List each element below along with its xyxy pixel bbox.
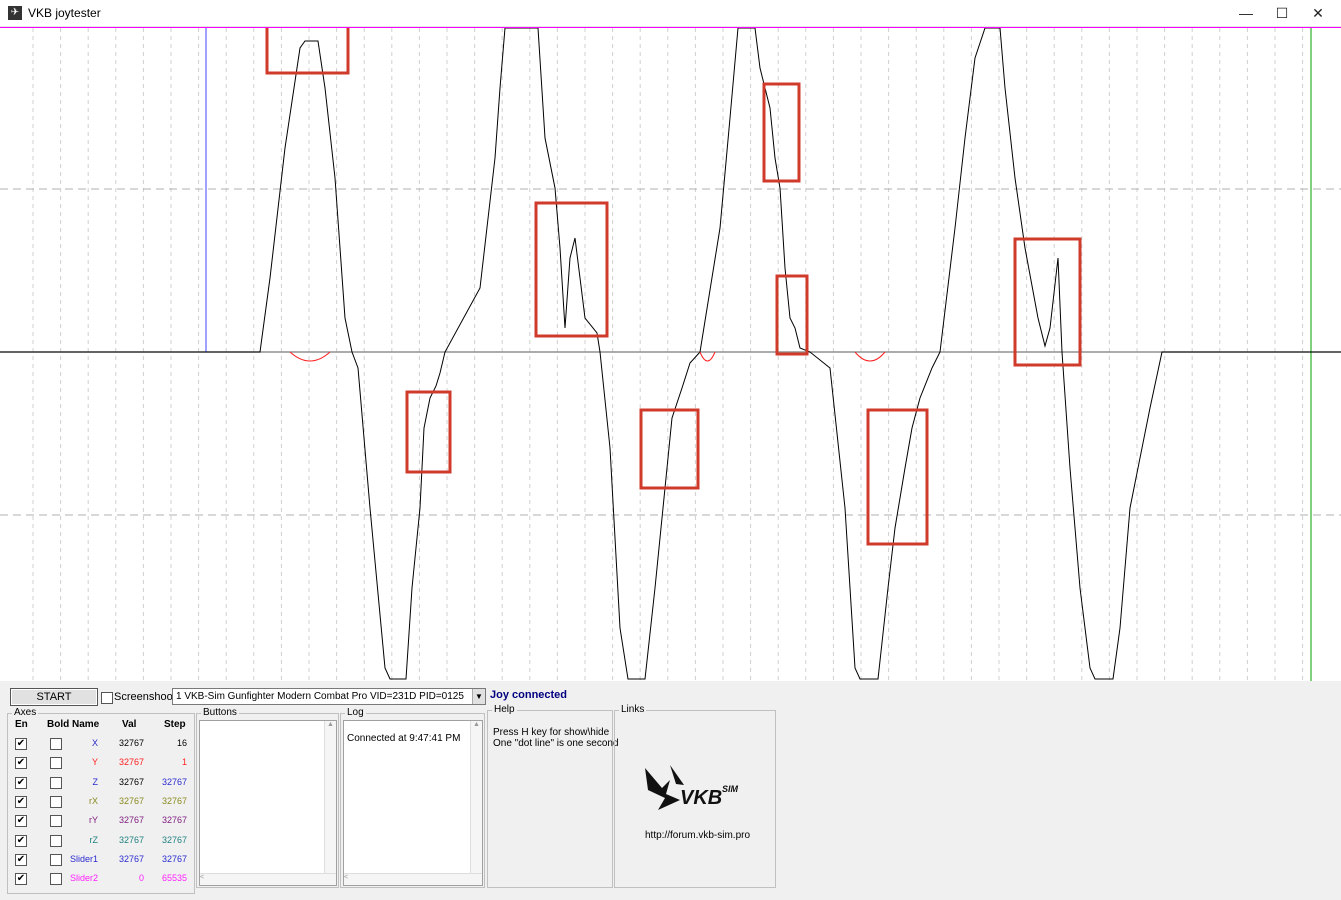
axis-name: Y xyxy=(91,757,98,768)
col-header-name: Name xyxy=(72,719,100,730)
axis-name: Z xyxy=(92,776,99,787)
screenshoot-checkbox[interactable] xyxy=(101,692,113,704)
log-line: Connected at 9:47:41 PM xyxy=(347,733,461,744)
axis-step: 32767 xyxy=(161,776,187,787)
y-axis-trace xyxy=(699,351,716,362)
log-list-hscroll[interactable]: < xyxy=(344,873,482,885)
y-axis-trace xyxy=(854,351,886,362)
axes-group-title: Axes xyxy=(12,707,39,718)
axis-value: 32767 xyxy=(118,776,144,787)
plot-svg xyxy=(0,28,1341,682)
start-button[interactable]: START xyxy=(10,688,98,706)
axis-value: 32767 xyxy=(118,815,144,826)
axis-plot-canvas xyxy=(0,27,1341,682)
help-group-title: Help xyxy=(492,704,517,715)
axis-name: Slider1 xyxy=(69,853,98,864)
axis-step: 1 xyxy=(181,757,187,768)
chevron-down-icon[interactable]: ▼ xyxy=(472,689,485,704)
y-axis-trace xyxy=(289,351,331,362)
axis-step: 32767 xyxy=(161,853,187,864)
axis-name: rZ xyxy=(89,834,99,845)
log-list-vscroll[interactable]: ▲ xyxy=(470,721,482,885)
axis-value: 32767 xyxy=(118,853,144,864)
axis-enable-checkbox[interactable]: ✔ xyxy=(15,738,27,750)
device-select-value: 1 VKB-Sim Gunfighter Modern Combat Pro V… xyxy=(176,691,464,702)
buttons-list-vscroll[interactable]: ▲ xyxy=(324,721,336,885)
log-group-title: Log xyxy=(345,707,366,718)
axis-name: Slider2 xyxy=(69,873,98,884)
highlight-box xyxy=(762,82,801,183)
highlight-box xyxy=(265,28,350,75)
highlight-box xyxy=(1013,237,1082,367)
vkb-wing-shape xyxy=(670,765,684,785)
window-title: VKB joytester xyxy=(28,6,101,20)
buttons-list[interactable]: ▲ < xyxy=(199,720,337,886)
logo-sup: SIM xyxy=(722,784,739,794)
axis-trace-line xyxy=(0,28,1341,680)
axis-name: rY xyxy=(89,815,98,826)
device-select[interactable]: 1 VKB-Sim Gunfighter Modern Combat Pro V… xyxy=(172,688,486,705)
vkb-sim-logo[interactable]: VKB SIM xyxy=(640,760,750,820)
axis-value: 0 xyxy=(138,873,144,884)
col-header-bold: Bold xyxy=(47,719,70,730)
axis-enable-checkbox[interactable]: ✔ xyxy=(15,757,27,770)
axis-enable-checkbox[interactable]: ✔ xyxy=(15,873,27,886)
links-group-title: Links xyxy=(619,704,647,715)
col-header-step: Step xyxy=(164,719,186,730)
axis-value: 32767 xyxy=(118,757,144,768)
axis-enable-checkbox[interactable]: ✔ xyxy=(15,853,27,866)
axis-value: 32767 xyxy=(118,738,144,748)
col-header-val: Val xyxy=(122,719,137,730)
axis-enable-checkbox[interactable]: ✔ xyxy=(15,815,27,828)
forum-link[interactable]: http://forum.vkb-sim.pro xyxy=(645,830,750,841)
axis-step: 32767 xyxy=(161,834,187,845)
highlight-box xyxy=(534,201,609,338)
col-header-en: En xyxy=(15,719,28,730)
axis-step: 32767 xyxy=(161,795,187,806)
highlight-box xyxy=(639,408,700,490)
axis-value: 32767 xyxy=(118,834,144,845)
axis-enable-checkbox[interactable]: ✔ xyxy=(15,795,27,808)
help-line-2: One "dot line" is one second xyxy=(493,738,619,749)
log-list[interactable]: Connected at 9:47:41 PM ▲ < xyxy=(343,720,483,886)
axis-name: rX xyxy=(89,795,98,806)
help-line-1: Press H key for show\hide xyxy=(493,727,610,738)
title-bar: ✈ VKB joytester — ☐ ✕ xyxy=(0,0,1341,27)
buttons-list-hscroll[interactable]: < xyxy=(200,873,336,885)
axis-step: 32767 xyxy=(161,815,187,826)
logo-text: VKB xyxy=(680,787,722,809)
highlight-box xyxy=(866,408,929,546)
axis-step: 65535 xyxy=(161,873,187,884)
vkb-bird-icon: ✈ xyxy=(8,6,22,20)
close-button[interactable]: ✕ xyxy=(1295,0,1341,26)
axis-enable-checkbox[interactable]: ✔ xyxy=(15,834,27,847)
screenshoot-label: Screenshoot xyxy=(114,691,176,703)
highlight-box xyxy=(775,274,809,356)
axis-step: 16 xyxy=(176,738,187,748)
buttons-group-title: Buttons xyxy=(201,707,239,718)
axis-name: X xyxy=(91,738,98,748)
axis-enable-checkbox[interactable]: ✔ xyxy=(15,776,27,789)
axis-value: 32767 xyxy=(118,795,144,806)
connection-status: Joy connected xyxy=(490,689,568,701)
